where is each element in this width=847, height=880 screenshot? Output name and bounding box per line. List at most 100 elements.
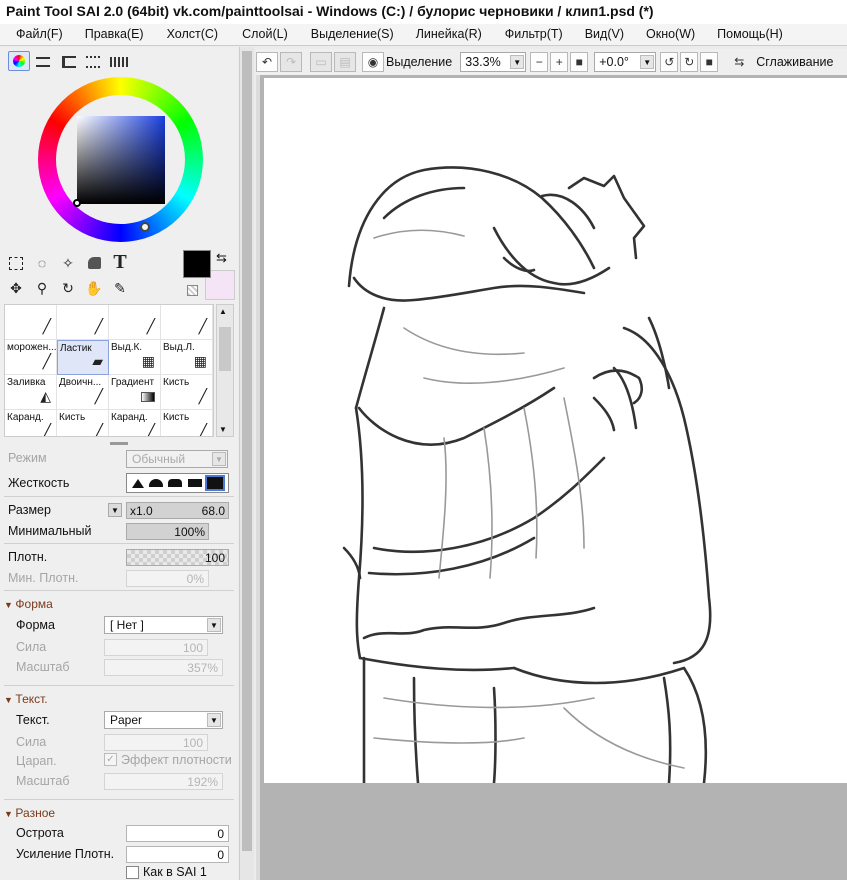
deselect-icon: ▭	[315, 55, 327, 69]
left-panel-scrollbar[interactable]	[239, 47, 254, 880]
size-slider[interactable]: x1.0 68.0	[126, 502, 229, 519]
brush-cell[interactable]: Каранд. ╱	[5, 410, 57, 436]
brush-cell-selected[interactable]: Ластик ▰	[57, 340, 109, 375]
texture-select[interactable]: Paper ▼	[104, 711, 223, 729]
brush-cell[interactable]: ╱	[5, 305, 57, 340]
hsv-sliders-tab[interactable]	[62, 56, 76, 68]
hardness-selector[interactable]	[126, 473, 229, 493]
show-selection-toggle[interactable]: ◉	[362, 52, 384, 72]
text-tool-icon[interactable]: T	[109, 251, 131, 273]
shape-strength-label: Сила	[16, 640, 47, 654]
misc-section-header[interactable]: ▼ Разное	[4, 806, 55, 820]
swap-colors-icon[interactable]: ⇆	[216, 250, 227, 266]
density-boost-field[interactable]: 0	[126, 846, 229, 863]
brush-cell[interactable]: Заливка ◭	[5, 375, 57, 410]
zoom-icon[interactable]: ⚲	[31, 278, 53, 298]
menu-ruler[interactable]: Линейка(R)	[416, 24, 482, 45]
zoom-select[interactable]: 33.3% ▼	[460, 52, 527, 72]
scroll-thumb[interactable]	[219, 327, 231, 371]
brush-cell[interactable]: Кисть ╱	[161, 410, 213, 436]
rotate-right-button[interactable]: ↻	[680, 52, 699, 72]
brush-grid-scrollbar[interactable]: ▲ ▼	[216, 304, 234, 437]
density-effect-checkbox[interactable]: ✓	[104, 753, 117, 766]
brush-cell[interactable]: ╱	[57, 305, 109, 340]
canvas-area[interactable]	[256, 75, 847, 880]
rgb-sliders-tab[interactable]	[36, 57, 50, 67]
brush-icon: ╱	[198, 388, 207, 404]
smoothing-label: Сглаживание	[756, 55, 834, 69]
texture-scale-field[interactable]: 192%	[104, 773, 223, 790]
shape-select[interactable]: [ Нет ] ▼	[104, 616, 223, 634]
density-slider[interactable]: 100	[126, 549, 229, 566]
shape-section-header[interactable]: ▼ Форма	[4, 597, 53, 611]
transparent-color-icon[interactable]	[187, 285, 198, 296]
eyedropper-icon[interactable]: ✎	[109, 278, 131, 298]
saturation-value-square[interactable]	[77, 116, 165, 204]
size-mult-dropdown[interactable]: ▼	[108, 503, 122, 517]
deselect-button[interactable]: ▭	[310, 52, 332, 72]
menu-file[interactable]: Файл(F)	[16, 24, 63, 45]
shape-label: Форма	[16, 618, 55, 632]
swatches-tab[interactable]	[86, 56, 100, 68]
shape-strength-field[interactable]: 100	[104, 639, 208, 656]
sharpness-field[interactable]: 0	[126, 825, 229, 842]
brush-cell[interactable]: Градиент	[109, 375, 161, 410]
magic-wand-icon[interactable]: ✧	[57, 253, 79, 273]
hue-cursor[interactable]	[140, 222, 150, 232]
scroll-up-icon[interactable]: ▲	[219, 307, 227, 316]
mode-select[interactable]: Обычный ▼	[126, 450, 228, 468]
shape-scale-field[interactable]: 357%	[104, 659, 223, 676]
like-sai1-checkbox[interactable]	[126, 866, 139, 879]
move-icon[interactable]: ✥	[5, 278, 27, 298]
min-density-field[interactable]: 0%	[126, 570, 209, 587]
hardness-2-icon	[149, 479, 164, 487]
min-size-slider[interactable]: 100%	[126, 523, 209, 540]
menu-view[interactable]: Вид(V)	[585, 24, 624, 45]
brush-cell[interactable]: Кисть ╱	[57, 410, 109, 436]
texture-section-header[interactable]: ▼ Текст.	[4, 692, 48, 706]
fill-shape-icon[interactable]	[83, 253, 105, 273]
lasso-icon[interactable]: ◌	[31, 253, 53, 273]
menu-filter[interactable]: Фильтр(T)	[505, 24, 563, 45]
zoom-reset-button[interactable]: ■	[570, 52, 589, 72]
menu-layer[interactable]: Слой(L)	[242, 24, 288, 45]
rotation-select[interactable]: +0.0° ▼	[594, 52, 657, 72]
sv-cursor[interactable]	[73, 199, 81, 207]
brush-cell[interactable]: Двоичн... ╱	[57, 375, 109, 410]
menu-help[interactable]: Помощь(H)	[717, 24, 783, 45]
canvas-paper[interactable]	[264, 78, 847, 785]
rect-select-icon[interactable]	[5, 253, 27, 273]
menu-canvas[interactable]: Холст(C)	[167, 24, 219, 45]
texture-strength-field[interactable]: 100	[104, 734, 208, 751]
zoom-out-button[interactable]: −	[530, 52, 549, 72]
scroll-down-icon[interactable]: ▼	[219, 425, 227, 434]
zoom-in-button[interactable]: +	[550, 52, 569, 72]
brush-cell[interactable]: Выд.К. ▦	[109, 340, 161, 375]
hardness-4-icon	[187, 479, 202, 487]
primary-color-swatch[interactable]	[183, 250, 211, 278]
brush-cell[interactable]: ╱	[161, 305, 213, 340]
rotate-left-button[interactable]: ↺	[660, 52, 679, 72]
rotate-icon[interactable]: ↻	[57, 278, 79, 298]
panel-splitter[interactable]	[110, 442, 128, 445]
brush-cell[interactable]: Каранд. ╱	[109, 410, 161, 436]
rotate-reset-button[interactable]: ■	[700, 52, 719, 72]
scratchpad-tab[interactable]	[110, 57, 128, 67]
menu-selection[interactable]: Выделение(S)	[311, 24, 394, 45]
color-wheel-tab[interactable]	[8, 51, 30, 71]
brush-cell[interactable]: Кисть ╱	[161, 375, 213, 410]
redo-button[interactable]: ↷	[280, 52, 302, 72]
brush-cell[interactable]: морожен... ╱	[5, 340, 57, 375]
scroll-thumb[interactable]	[242, 51, 252, 851]
flip-button[interactable]: ⇆	[728, 52, 750, 72]
menu-bar: Файл(F) Правка(E) Холст(C) Слой(L) Выдел…	[0, 24, 847, 46]
color-wheel[interactable]	[38, 77, 203, 242]
left-panel: ◌ ✧ T ✥ ⚲ ↻ ✋ ✎ ⇆ ╱ ╱ ╱ ╱ морожен... ╱ Ла…	[0, 47, 238, 880]
hand-icon[interactable]: ✋	[83, 278, 105, 298]
menu-window[interactable]: Окно(W)	[646, 24, 695, 45]
menu-edit[interactable]: Правка(E)	[85, 24, 144, 45]
invert-selection-button[interactable]: ▤	[334, 52, 356, 72]
brush-cell[interactable]: Выд.Л. ▦	[161, 340, 213, 375]
undo-button[interactable]: ↶	[256, 52, 278, 72]
brush-cell[interactable]: ╱	[109, 305, 161, 340]
